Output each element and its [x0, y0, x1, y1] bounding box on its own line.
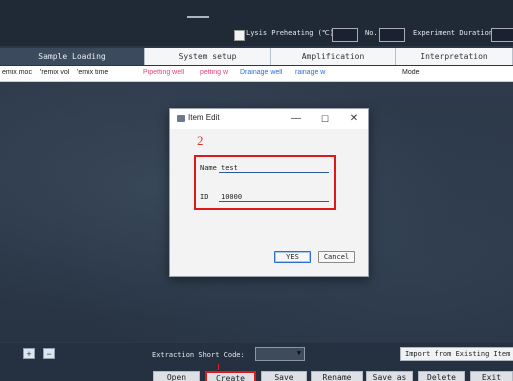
close-icon[interactable]: ✕	[347, 112, 361, 126]
app-icon	[177, 115, 185, 122]
tab-system-setup[interactable]: System setup	[145, 48, 271, 65]
minimize-icon[interactable]: —	[289, 112, 303, 126]
no-label: No.	[365, 29, 378, 37]
chevron-down-icon: ▼	[296, 349, 301, 357]
name-label: Name	[200, 164, 217, 172]
column-pipetting-well[interactable]: Pipetting well	[143, 69, 198, 76]
column-mode[interactable]: Mode	[402, 69, 442, 76]
column-premix-volume[interactable]: 'remix vol	[40, 69, 76, 76]
title-placeholder	[187, 16, 209, 18]
tab-sample-loading[interactable]: Sample Loading	[0, 48, 145, 65]
main-tabs: Sample Loading System setup Amplificatio…	[0, 48, 513, 65]
short-code-label: Extraction Short Code:	[152, 351, 245, 359]
create-button[interactable]: Create	[205, 371, 256, 381]
open-button[interactable]: Open	[153, 371, 200, 381]
dialog-title: Item Edit	[188, 113, 220, 122]
maximize-icon[interactable]: ☐	[318, 112, 332, 126]
table-header-row: emix moc 'remix vol 'emix time Pipetting…	[0, 66, 513, 82]
pointer-marker	[218, 364, 219, 370]
dialog-titlebar[interactable]: Item Edit — ☐ ✕	[170, 109, 368, 129]
column-pipetting-well-2[interactable]: petting w	[200, 69, 235, 76]
experiment-duration-input[interactable]	[491, 28, 513, 42]
tab-interpretation[interactable]: Interpretation	[396, 48, 513, 65]
add-row-button[interactable]: +	[23, 348, 35, 359]
cancel-button[interactable]: Cancel	[318, 251, 355, 263]
lysis-temp-input[interactable]	[332, 28, 358, 42]
step-annotation: 2	[197, 133, 204, 148]
lysis-preheating-label: Lysis Preheating (℃)	[246, 29, 334, 37]
column-premix-time[interactable]: 'emix time	[77, 69, 115, 76]
yes-button[interactable]: YES	[274, 251, 311, 263]
exit-button[interactable]: Exit	[470, 371, 513, 381]
column-drainage-well-2[interactable]: rainage w	[295, 69, 335, 76]
short-code-select[interactable]: ▼	[255, 347, 305, 361]
no-input[interactable]	[379, 28, 405, 42]
app-window: Lysis Preheating (℃) No. Experiment Dura…	[0, 0, 513, 381]
id-label: ID	[200, 193, 209, 201]
remove-row-button[interactable]: −	[43, 348, 55, 359]
lysis-preheating-checkbox[interactable]	[234, 30, 245, 41]
id-input[interactable]	[219, 192, 329, 202]
save-as-button[interactable]: Save as	[366, 371, 413, 381]
tab-amplification[interactable]: Amplification	[271, 48, 396, 65]
column-drainage-well[interactable]: Drainage well	[240, 69, 292, 76]
item-edit-dialog: Item Edit — ☐ ✕ 2 Name ID YES Cancel	[169, 108, 369, 277]
experiment-duration-label: Experiment Duration	[413, 29, 494, 37]
name-input[interactable]	[219, 163, 329, 173]
save-button[interactable]: Save	[261, 371, 307, 381]
column-premix-mode[interactable]: emix moc	[2, 69, 39, 76]
rename-button[interactable]: Rename	[311, 371, 363, 381]
delete-button[interactable]: Delete	[418, 371, 465, 381]
import-existing-button[interactable]: Import from Existing Item	[400, 347, 513, 361]
top-header: Lysis Preheating (℃) No. Experiment Dura…	[0, 0, 513, 46]
